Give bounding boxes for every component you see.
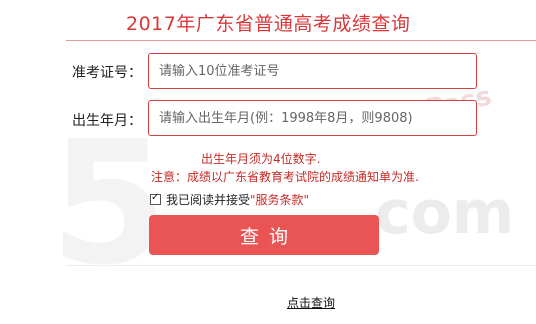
terms-link[interactable]: "服务条款" (250, 191, 309, 208)
query-button[interactable]: 查询 (149, 215, 379, 255)
exam-id-label: 准考证号： (72, 65, 142, 81)
page-header: 2017年广东省普通高考成绩查询 (66, 0, 536, 41)
footer-divider (66, 265, 536, 266)
notice-text: 注意：成绩以广东省教育考试院的成绩通知单为准. (151, 170, 419, 184)
birth-date-hint: 出生年月须为4位数字. (201, 152, 321, 166)
birth-date-label: 出生年月： (72, 113, 142, 129)
page-title: 2017年广东省普通高考成绩查询 (126, 13, 411, 35)
watermark-domain: com (375, 178, 515, 248)
agree-text: 我已阅读并接受 (166, 193, 251, 207)
agree-checkbox[interactable] (150, 192, 161, 205)
exam-id-input[interactable] (148, 53, 477, 89)
click-query-link[interactable]: 点击查询 (287, 294, 335, 311)
agree-terms-row[interactable]: 我已阅读并接受 "服务条款" (150, 191, 309, 208)
birth-date-input[interactable] (148, 100, 477, 136)
